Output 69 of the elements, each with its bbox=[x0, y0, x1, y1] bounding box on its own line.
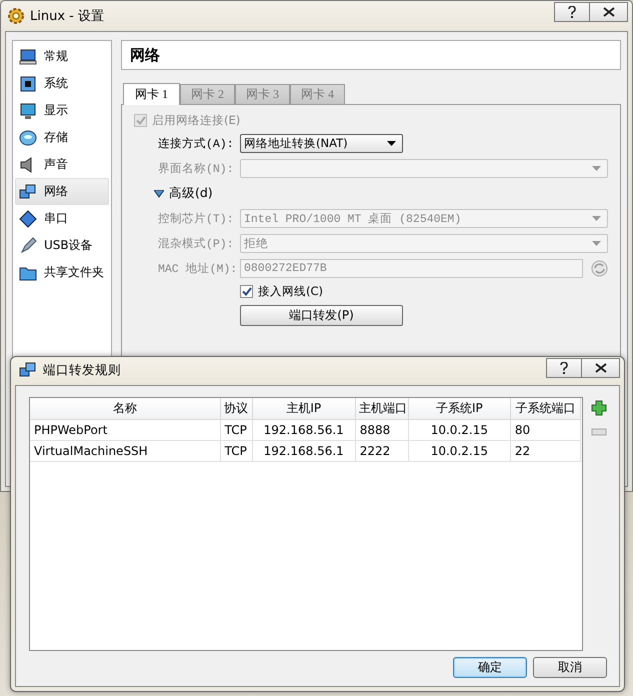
column-header[interactable]: 主机IP bbox=[252, 398, 356, 420]
close-icon bbox=[602, 7, 614, 17]
category-icon bbox=[19, 48, 37, 66]
dropdown-arrow-icon bbox=[592, 241, 601, 246]
column-header[interactable]: 主机端口 bbox=[355, 398, 408, 420]
dialog-button[interactable]: 取消 bbox=[533, 657, 607, 678]
network-icon bbox=[19, 362, 37, 378]
table-cell: TCP bbox=[220, 420, 252, 440]
table-cell: 22 bbox=[510, 440, 580, 462]
close-button[interactable] bbox=[582, 358, 620, 378]
plus-icon bbox=[591, 400, 607, 416]
table-cell: 192.168.56.1 bbox=[252, 420, 356, 440]
table-cell: 80 bbox=[510, 420, 580, 440]
sidebar-item[interactable]: 网络 bbox=[15, 178, 109, 205]
dropdown[interactable]: 网络地址转换(NAT) bbox=[240, 134, 403, 153]
category-icon bbox=[19, 102, 37, 120]
dropdown-arrow-icon bbox=[592, 166, 601, 171]
table-cell: 8888 bbox=[355, 420, 408, 440]
tab[interactable]: 网卡 1 bbox=[123, 83, 180, 105]
sidebar-item[interactable]: 声音 bbox=[15, 151, 109, 178]
triangle-icon bbox=[154, 190, 164, 198]
table-cell: 2222 bbox=[355, 440, 408, 462]
category-icon bbox=[19, 210, 37, 228]
category-icon bbox=[19, 236, 37, 254]
window-title: Linux - 设置 bbox=[30, 8, 105, 25]
category-icon bbox=[19, 128, 37, 146]
sidebar-item[interactable]: 常规 bbox=[15, 43, 109, 70]
sidebar-item[interactable]: 共享文件夹 bbox=[15, 259, 109, 286]
column-header[interactable]: 协议 bbox=[220, 398, 252, 420]
column-header[interactable]: 子系统端口 bbox=[510, 398, 580, 420]
sidebar-item[interactable]: 显示 bbox=[15, 97, 109, 124]
table-cell: 192.168.56.1 bbox=[252, 440, 356, 462]
minus-icon bbox=[591, 427, 607, 437]
checkbox-label: 接入网线(C) bbox=[258, 284, 324, 299]
advanced-expander[interactable]: 高级(d) bbox=[134, 184, 608, 203]
dialog-title: 端口转发规则 bbox=[43, 362, 122, 378]
help-button[interactable] bbox=[546, 358, 582, 378]
field-label: MAC 地址(M): bbox=[157, 262, 238, 276]
close-button[interactable] bbox=[590, 2, 628, 22]
column-header[interactable]: 名称 bbox=[30, 398, 220, 420]
table-cell: 10.0.2.15 bbox=[408, 420, 510, 440]
sidebar-item[interactable]: 系统 bbox=[15, 70, 109, 97]
page-title: 网络 bbox=[121, 40, 621, 70]
table-cell: TCP bbox=[220, 440, 252, 462]
table-cell: VirtualMachineSSH bbox=[30, 440, 220, 462]
sidebar-item[interactable]: 存储 bbox=[15, 124, 109, 151]
field-label: 界面名称(N): bbox=[157, 162, 235, 176]
dropdown-arrow-icon bbox=[592, 216, 601, 221]
category-icon bbox=[19, 74, 37, 92]
field-label: 混杂模式(P): bbox=[157, 236, 235, 251]
add-rule-button[interactable] bbox=[589, 399, 609, 417]
sidebar-item[interactable]: 串口 bbox=[15, 205, 109, 232]
checkbox-label: 启用网络连接(E) bbox=[152, 113, 240, 128]
gear-icon bbox=[7, 7, 25, 25]
help-icon bbox=[568, 6, 576, 18]
close-icon bbox=[594, 363, 606, 373]
help-icon bbox=[560, 362, 568, 374]
help-button[interactable] bbox=[554, 2, 590, 22]
checkbox[interactable] bbox=[240, 285, 253, 298]
dialog-button[interactable]: 确定 bbox=[453, 657, 527, 678]
column-header[interactable]: 子系统IP bbox=[408, 398, 510, 420]
table-cell: PHPWebPort bbox=[30, 420, 220, 440]
port-forwarding-button[interactable]: 端口转发(P) bbox=[240, 305, 403, 326]
table-cell: 10.0.2.15 bbox=[408, 440, 510, 462]
sidebar-item[interactable]: USB设备 bbox=[15, 232, 109, 259]
field-label: 控制芯片(T): bbox=[157, 212, 235, 226]
field-label: 连接方式(A): bbox=[157, 136, 235, 151]
category-icon bbox=[19, 182, 37, 200]
dropdown-arrow-icon bbox=[387, 141, 396, 146]
